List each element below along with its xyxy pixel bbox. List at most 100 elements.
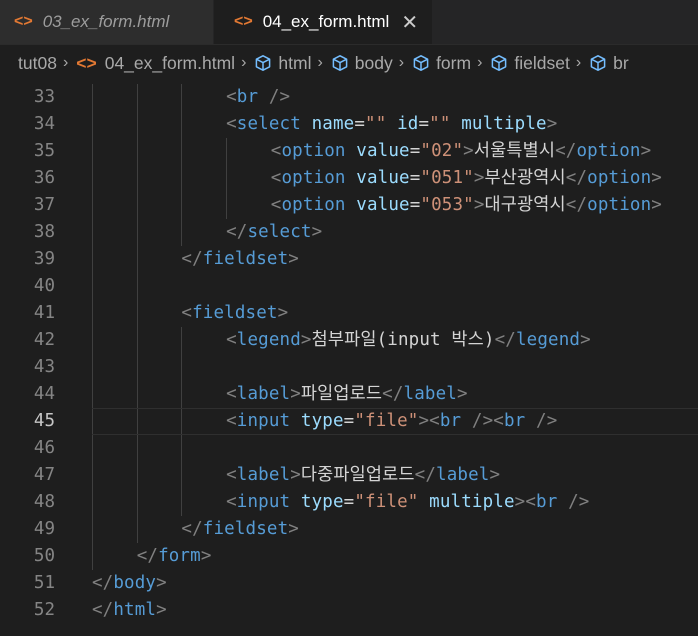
code-line[interactable]: 41 <fieldset> <box>0 300 698 327</box>
breadcrumb-item-html[interactable]: html <box>254 53 311 74</box>
indent-guide <box>92 381 93 408</box>
code-brackets-icon: <> <box>76 52 97 73</box>
code-line[interactable]: 49 </fieldset> <box>0 516 698 543</box>
line-number[interactable]: 49 <box>0 516 55 543</box>
line-number[interactable]: 40 <box>0 273 55 300</box>
breadcrumb-item-form[interactable]: form <box>412 53 471 74</box>
indent-guide <box>136 219 138 246</box>
code-line[interactable]: 51 </body> <box>0 570 698 597</box>
code-brackets-icon: <> <box>234 13 253 30</box>
breadcrumb-item-body[interactable]: body <box>331 53 393 74</box>
code-line[interactable]: 50 </form> <box>0 543 698 570</box>
line-number[interactable]: 33 <box>0 84 55 111</box>
indent-guide <box>92 246 93 273</box>
code-text: <legend>첨부파일(input 박스)</legend> <box>226 330 591 350</box>
indent-guide <box>92 192 93 219</box>
tab-04-ex-form[interactable]: <> 04_ex_form.html ✕ <box>214 0 433 44</box>
code-line[interactable]: 42 <legend>첨부파일(input 박스)</legend> <box>0 327 698 354</box>
code-line[interactable]: 38 </select> <box>0 219 698 246</box>
code-text: <option value="02">서울특별시</option> <box>270 141 652 161</box>
line-number[interactable]: 36 <box>0 165 55 192</box>
breadcrumb-item-file[interactable]: <> 04_ex_form.html <box>76 53 235 74</box>
line-number[interactable]: 38 <box>0 219 55 246</box>
line-number[interactable]: 35 <box>0 138 55 165</box>
tab-03-ex-form[interactable]: <> 03_ex_form.html <box>0 0 214 44</box>
chevron-right-icon: › <box>62 54 69 71</box>
line-number[interactable]: 52 <box>0 597 55 624</box>
code-text: <input type="file"><br /><br /> <box>226 411 558 431</box>
code-text: <option value="053">대구광역시</option> <box>270 195 662 215</box>
code-line[interactable]: 33 <br /> <box>0 84 698 111</box>
indent-guide <box>136 165 138 192</box>
indent-guide <box>181 354 183 381</box>
chevron-right-icon: › <box>477 54 483 71</box>
line-number[interactable]: 44 <box>0 381 55 408</box>
indent-guide <box>136 192 138 219</box>
code-line[interactable]: 52 </html> <box>0 597 698 624</box>
code-line[interactable]: 46 <box>0 435 698 462</box>
breadcrumb-label: form <box>436 52 472 73</box>
indent-guide <box>136 246 138 273</box>
indent-guide <box>92 516 93 543</box>
line-number[interactable]: 42 <box>0 327 55 354</box>
indent-guide <box>136 435 138 462</box>
editor-tab-bar: <> 03_ex_form.html <> 04_ex_form.html ✕ <box>0 0 698 45</box>
code-line[interactable]: 48 <input type="file" multiple><br /> <box>0 489 698 516</box>
indent-guide <box>92 354 93 381</box>
breadcrumb-item-fieldset[interactable]: fieldset <box>490 53 570 74</box>
line-number[interactable]: 34 <box>0 111 55 138</box>
code-line[interactable]: 40 <box>0 273 698 300</box>
line-number[interactable]: 45 <box>0 408 55 435</box>
indent-guide <box>92 489 93 516</box>
chevron-right-icon: › <box>317 54 323 71</box>
breadcrumb-item-folder[interactable]: tut08 <box>18 53 57 74</box>
code-line[interactable]: 35 <option value="02">서울특별시</option> <box>0 138 698 165</box>
indent-guide <box>92 219 93 246</box>
symbol-cube-icon <box>412 54 430 72</box>
line-number[interactable]: 47 <box>0 462 55 489</box>
indent-guide <box>181 111 183 138</box>
line-number[interactable]: 43 <box>0 354 55 381</box>
code-text: <fieldset> <box>181 303 289 323</box>
code-line[interactable]: 39 </fieldset> <box>0 246 698 273</box>
line-number[interactable]: 48 <box>0 489 55 516</box>
indent-guide <box>136 462 138 489</box>
indent-guide <box>92 462 93 489</box>
indent-guide <box>92 84 93 111</box>
line-number[interactable]: 39 <box>0 246 55 273</box>
line-number[interactable]: 50 <box>0 543 55 570</box>
symbol-cube-icon <box>254 54 272 72</box>
code-text: <label>다중파일업로드</label> <box>226 465 501 485</box>
indent-guide <box>136 111 138 138</box>
indent-guide <box>92 408 93 435</box>
code-line[interactable]: 34 <select name="" id="" multiple> <box>0 111 698 138</box>
chevron-right-icon: › <box>575 54 582 71</box>
line-number[interactable]: 46 <box>0 435 55 462</box>
code-line[interactable]: 45 <input type="file"><br /><br /> <box>0 408 698 435</box>
breadcrumb-label: tut08 <box>18 52 57 73</box>
symbol-cube-icon <box>589 54 607 72</box>
breadcrumb-label: html <box>278 52 312 73</box>
breadcrumb-label: body <box>354 52 393 73</box>
breadcrumb-item-br[interactable]: br <box>589 53 629 74</box>
code-editor[interactable]: 33 <br /> 34 <select name="" id="" multiple… <box>0 82 698 636</box>
close-icon[interactable]: ✕ <box>401 10 418 35</box>
line-number[interactable]: 41 <box>0 300 55 327</box>
code-line[interactable]: 43 <box>0 354 698 381</box>
indent-guide <box>226 165 228 192</box>
code-text: </html> <box>92 600 167 620</box>
indent-guide <box>92 111 93 138</box>
code-text: </fieldset> <box>181 519 299 539</box>
code-text: <label>파일업로드</label> <box>226 384 468 404</box>
code-line[interactable]: 36 <option value="051">부산광역시</option> <box>0 165 698 192</box>
code-text: <input type="file" multiple><br /> <box>226 492 590 512</box>
line-number[interactable]: 37 <box>0 192 55 219</box>
line-number[interactable]: 51 <box>0 570 55 597</box>
code-line[interactable]: 44 <label>파일업로드</label> <box>0 381 698 408</box>
chevron-right-icon: › <box>241 54 247 71</box>
tab-label: 03_ex_form.html <box>42 12 170 31</box>
indent-guide <box>136 138 138 165</box>
code-line[interactable]: 47 <label>다중파일업로드</label> <box>0 462 698 489</box>
code-line[interactable]: 37 <option value="053">대구광역시</option> <box>0 192 698 219</box>
code-text: </body> <box>92 573 167 593</box>
